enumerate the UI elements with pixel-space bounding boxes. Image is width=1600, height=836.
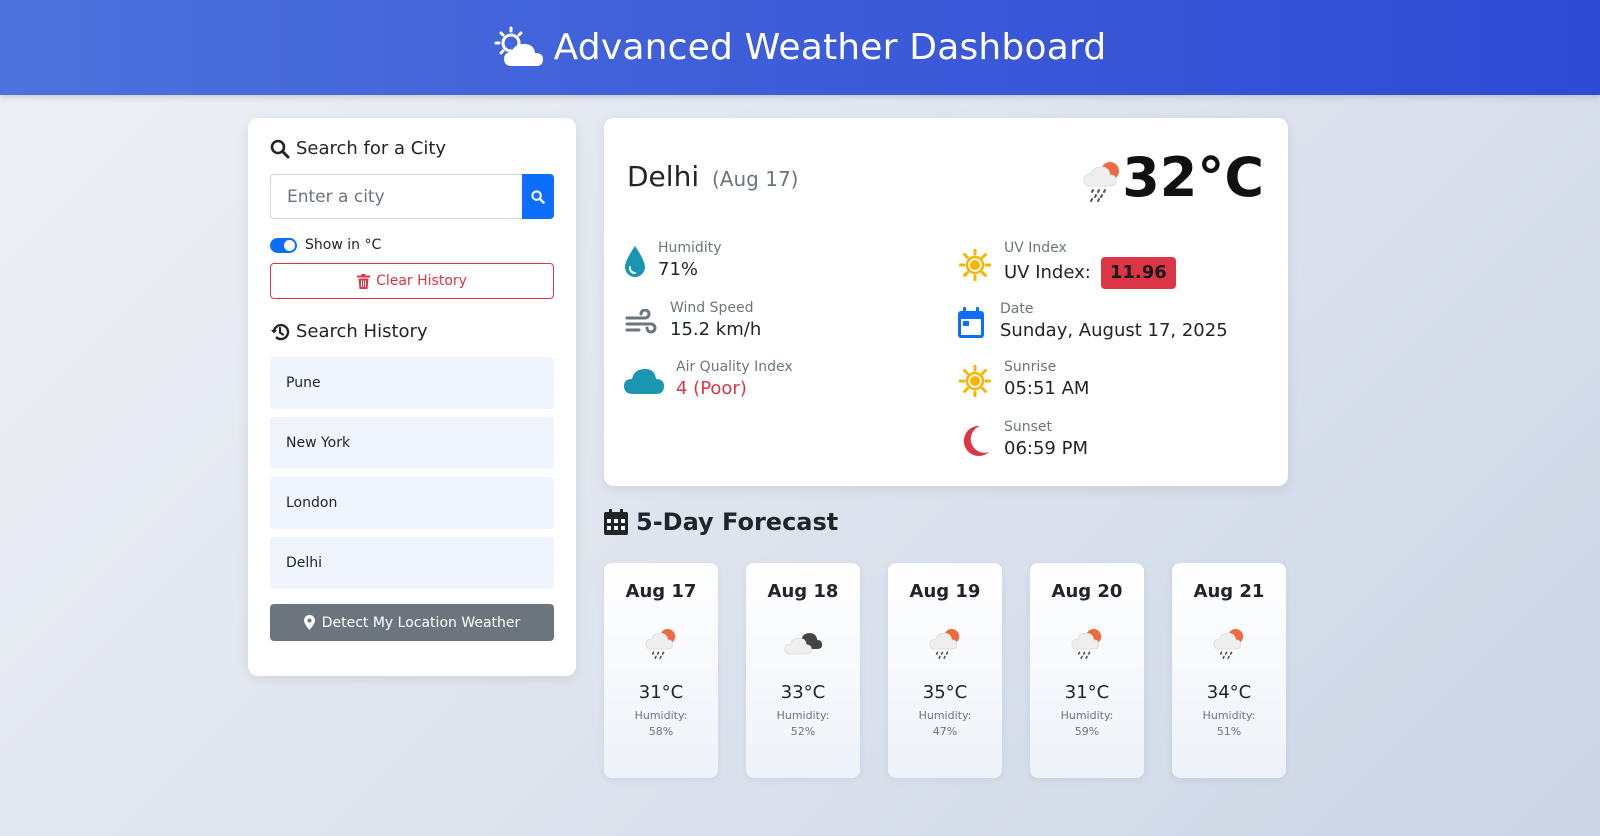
history-heading: Search History xyxy=(270,321,554,342)
forecast-humidity: 58% xyxy=(648,725,674,738)
history-list: Pune New York London Delhi xyxy=(270,357,554,589)
current-date: (Aug 17) xyxy=(712,167,799,191)
city-search-input[interactable] xyxy=(270,174,522,219)
sun-cloud-icon xyxy=(494,26,543,66)
aqi-label: Air Quality Index xyxy=(676,359,793,375)
search-button[interactable] xyxy=(522,174,554,219)
sidebar: Search for a City Show in °C Clear Histo… xyxy=(248,118,576,676)
detect-location-button[interactable]: Detect My Location Weather xyxy=(270,604,554,641)
wind-value: 15.2 km/h xyxy=(670,319,762,340)
aqi-metric: Air Quality Index 4 (Poor) xyxy=(624,359,793,402)
current-temperature: 32°C xyxy=(1122,146,1264,209)
forecast-temp: 35°C xyxy=(922,682,968,703)
uv-badge: 11.96 xyxy=(1100,257,1176,289)
water-drop-icon xyxy=(624,245,646,279)
current-city-line: Delhi (Aug 17) xyxy=(627,160,798,193)
forecast-heading: 5-Day Forecast xyxy=(604,508,838,536)
history-icon xyxy=(271,323,290,340)
rain-sun-cloud-icon xyxy=(929,629,960,659)
forecast-humidity-label: Humidity: xyxy=(1060,709,1114,722)
forecast-card: Aug 18 33°C Humidity: 52% xyxy=(746,563,860,778)
history-item-new-york[interactable]: New York xyxy=(270,417,554,469)
humidity-value: 71% xyxy=(658,259,699,280)
uv-row: UV Index: 11.96 xyxy=(1004,257,1176,289)
humidity-metric: Humidity 71% xyxy=(624,240,721,283)
search-icon xyxy=(270,139,290,158)
wind-label: Wind Speed xyxy=(670,300,754,316)
unit-toggle-row: Show in °C xyxy=(270,237,554,253)
wind-icon xyxy=(624,305,658,339)
broken-clouds-icon xyxy=(784,633,823,655)
unit-toggle-switch[interactable] xyxy=(270,237,297,253)
uv-label: UV Index xyxy=(1004,240,1067,256)
forecast-temp: 33°C xyxy=(780,682,826,703)
search-heading-label: Search for a City xyxy=(296,138,447,159)
forecast-humidity-label: Humidity: xyxy=(776,709,830,722)
uv-prefix: UV Index: xyxy=(1004,262,1091,283)
sun-icon xyxy=(958,364,992,398)
wind-metric: Wind Speed 15.2 km/h xyxy=(624,300,761,343)
current-weather-card: Delhi (Aug 17) 32°C Humidity 71% Wind Sp… xyxy=(604,118,1288,486)
history-item-pune[interactable]: Pune xyxy=(270,357,554,409)
trash-icon xyxy=(357,273,371,289)
forecast-humidity-label: Humidity: xyxy=(1202,709,1256,722)
forecast-humidity: 59% xyxy=(1074,725,1100,738)
forecast-card: Aug 21 34°C Humidity: 51% xyxy=(1172,563,1286,778)
clear-history-button[interactable]: Clear History xyxy=(270,263,554,299)
rain-sun-cloud-icon xyxy=(645,629,676,659)
rain-sun-cloud-icon xyxy=(1071,629,1102,659)
date-label: Date xyxy=(1000,301,1034,317)
forecast-temp: 31°C xyxy=(638,682,684,703)
clear-history-label: Clear History xyxy=(376,273,467,289)
sunset-label: Sunset xyxy=(1004,419,1053,435)
forecast-date: Aug 20 xyxy=(1051,581,1123,602)
forecast-humidity-label: Humidity: xyxy=(918,709,972,722)
unit-toggle-label: Show in °C xyxy=(305,237,382,253)
detect-location-label: Detect My Location Weather xyxy=(321,614,521,631)
forecast-date: Aug 18 xyxy=(767,581,839,602)
app-header: Advanced Weather Dashboard xyxy=(0,0,1600,95)
history-heading-label: Search History xyxy=(296,321,428,342)
sunset-metric: Sunset 06:59 PM xyxy=(958,419,1088,462)
aqi-value: 4 (Poor) xyxy=(676,378,747,399)
forecast-date: Aug 19 xyxy=(909,581,981,602)
search-icon xyxy=(531,189,545,204)
date-metric: Date Sunday, August 17, 2025 xyxy=(954,301,1228,344)
search-heading: Search for a City xyxy=(270,138,554,159)
forecast-temp: 31°C xyxy=(1064,682,1110,703)
history-item-london[interactable]: London xyxy=(270,477,554,529)
map-pin-icon xyxy=(303,615,315,630)
rain-sun-cloud-icon xyxy=(1213,629,1244,659)
rain-sun-cloud-icon xyxy=(1083,162,1119,202)
forecast-date: Aug 21 xyxy=(1193,581,1265,602)
forecast-card: Aug 20 31°C Humidity: 59% xyxy=(1030,563,1144,778)
current-city: Delhi xyxy=(627,160,700,193)
sunrise-label: Sunrise xyxy=(1004,359,1057,375)
forecast-title: 5-Day Forecast xyxy=(636,508,839,536)
search-group xyxy=(270,174,554,219)
forecast-date: Aug 17 xyxy=(625,581,697,602)
calendar-icon xyxy=(604,509,628,535)
sunrise-value: 05:51 AM xyxy=(1004,378,1090,399)
sunset-value: 06:59 PM xyxy=(1004,438,1088,459)
sunrise-metric: Sunrise 05:51 AM xyxy=(958,359,1089,402)
forecast-humidity: 52% xyxy=(790,725,816,738)
history-item-delhi[interactable]: Delhi xyxy=(270,537,554,589)
forecast-temp: 34°C xyxy=(1206,682,1252,703)
cloud-icon xyxy=(624,364,664,398)
forecast-list: Aug 17 31°C Humidity: 58% Aug 18 33°C Hu… xyxy=(604,563,1286,778)
uv-metric: UV Index UV Index: 11.96 xyxy=(958,240,1176,289)
calendar-icon xyxy=(954,306,988,340)
forecast-card: Aug 17 31°C Humidity: 58% xyxy=(604,563,718,778)
forecast-card: Aug 19 35°C Humidity: 47% xyxy=(888,563,1002,778)
sun-icon xyxy=(958,248,992,282)
date-value: Sunday, August 17, 2025 xyxy=(1000,320,1228,341)
forecast-humidity: 51% xyxy=(1216,725,1242,738)
app-title: Advanced Weather Dashboard xyxy=(553,27,1107,68)
forecast-humidity: 47% xyxy=(932,725,958,738)
humidity-label: Humidity xyxy=(658,240,722,256)
forecast-humidity-label: Humidity: xyxy=(634,709,688,722)
moon-icon xyxy=(958,424,992,458)
